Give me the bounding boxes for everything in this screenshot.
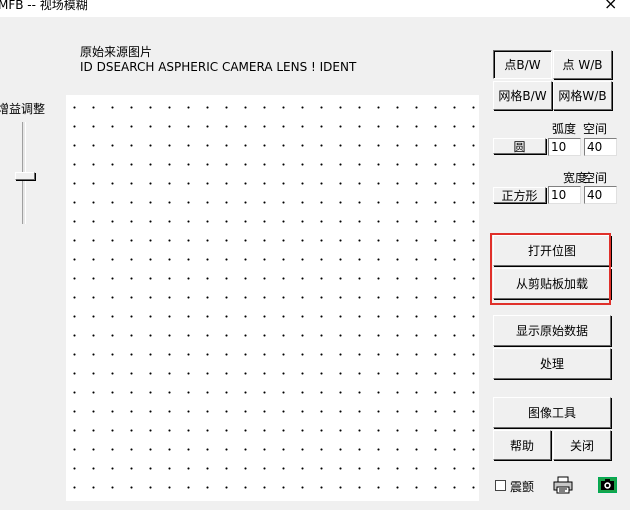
grid-bw-button[interactable]: 网格B/W bbox=[493, 81, 552, 110]
square-spacing-field[interactable]: 40 bbox=[584, 186, 617, 204]
source-image-identity: ID DSEARCH ASPHERIC CAMERA LENS ! IDENT bbox=[80, 60, 357, 74]
highlight-box bbox=[490, 233, 611, 305]
shake-label: 震颤 bbox=[510, 480, 535, 494]
gain-label: 增益调整 bbox=[0, 102, 46, 116]
printer-icon[interactable] bbox=[553, 476, 573, 494]
square-width-field[interactable]: 10 bbox=[548, 186, 581, 204]
circle-button[interactable]: 圆 bbox=[493, 138, 546, 154]
circle-arc-header: 弧度 bbox=[552, 122, 577, 136]
camera-icon[interactable] bbox=[598, 477, 617, 493]
gain-slider-thumb[interactable] bbox=[15, 172, 35, 180]
help-button[interactable]: 帮助 bbox=[493, 430, 551, 460]
window-title: MFB -- 视场模糊 bbox=[0, 0, 88, 12]
square-spacing-header: 空间 bbox=[583, 171, 608, 185]
preview-canvas bbox=[66, 95, 479, 501]
circle-spacing-header: 空间 bbox=[583, 122, 608, 136]
dot-wb-button[interactable]: 点 W/B bbox=[553, 50, 612, 79]
show-raw-data-button[interactable]: 显示原始数据 bbox=[493, 315, 611, 346]
circle-arc-field[interactable]: 10 bbox=[548, 138, 581, 156]
shake-checkbox[interactable] bbox=[495, 480, 506, 491]
process-button[interactable]: 处理 bbox=[493, 348, 611, 379]
title-bar: MFB -- 视场模糊 × bbox=[0, 0, 630, 17]
close-button[interactable]: 关闭 bbox=[553, 430, 611, 460]
source-image-label: 原始来源图片 bbox=[80, 45, 153, 59]
close-window-icon[interactable]: × bbox=[604, 0, 617, 13]
circle-spacing-field[interactable]: 40 bbox=[584, 138, 617, 156]
grid-wb-button[interactable]: 网格W/B bbox=[553, 81, 612, 110]
dot-bw-button[interactable]: 点B/W bbox=[493, 50, 552, 79]
image-tools-button[interactable]: 图像工具 bbox=[493, 397, 611, 428]
square-button[interactable]: 正方形 bbox=[493, 187, 546, 203]
